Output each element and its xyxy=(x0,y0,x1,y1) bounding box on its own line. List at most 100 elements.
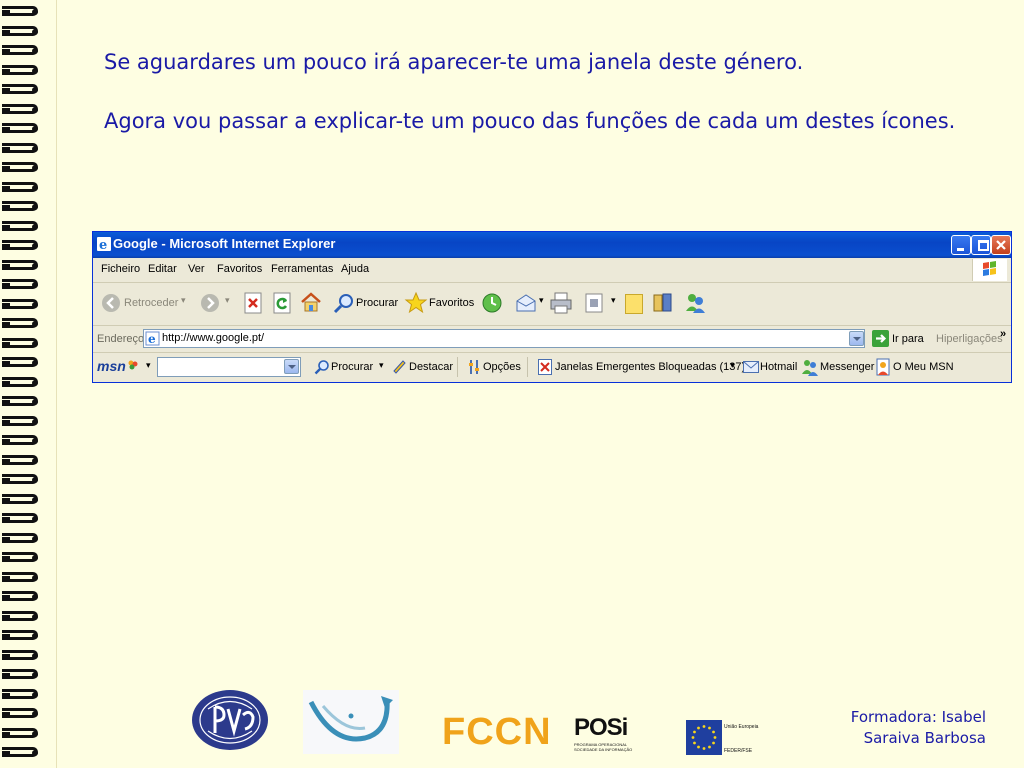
binding-ring xyxy=(2,142,40,153)
restore-icon xyxy=(978,240,989,251)
minimize-icon xyxy=(957,248,964,251)
menu-help[interactable]: Ajuda xyxy=(341,263,369,275)
binding-ring xyxy=(2,6,40,16)
forward-dropdown-icon[interactable]: ▾ xyxy=(225,295,230,306)
mail-dropdown-icon[interactable]: ▾ xyxy=(539,295,544,306)
options-icon[interactable] xyxy=(468,358,482,376)
address-dropdown-icon[interactable] xyxy=(849,331,864,346)
popup-blocker-icon[interactable] xyxy=(538,359,552,375)
binding-ring xyxy=(2,630,40,640)
search-icon[interactable] xyxy=(333,292,355,314)
history-icon[interactable] xyxy=(481,292,503,314)
eu-label: União Europeia xyxy=(724,724,759,730)
msn-search-dropdown-icon[interactable] xyxy=(284,359,299,374)
binding-ring xyxy=(2,435,40,445)
minimize-button[interactable] xyxy=(951,235,971,255)
binding-ring xyxy=(2,318,40,328)
links-chevron[interactable]: » xyxy=(1000,328,1006,340)
msn-butterfly-icon xyxy=(128,355,138,370)
forward-icon[interactable] xyxy=(200,293,220,313)
binding-ring xyxy=(2,123,40,133)
stop-icon[interactable] xyxy=(244,292,262,314)
ie-window: e Google - Microsoft Internet Explorer F… xyxy=(92,231,1012,383)
close-button[interactable] xyxy=(991,235,1011,255)
msn-dropdown-icon[interactable]: ▾ xyxy=(146,360,151,371)
edit-dropdown-icon[interactable]: ▾ xyxy=(611,295,616,306)
title-bar[interactable]: e Google - Microsoft Internet Explorer xyxy=(93,232,1011,258)
highlight-button[interactable]: Destacar xyxy=(409,361,453,373)
ie-icon: e xyxy=(97,237,111,251)
slide-text-line-1: Se aguardares um pouco irá aparecer-te u… xyxy=(104,50,804,74)
msn-toolbar: msn ▾ Procurar ▾ Destacar Opções Janelas… xyxy=(93,353,1011,382)
binding-ring xyxy=(2,493,40,504)
print-icon[interactable] xyxy=(549,291,573,315)
eu-fund-label: FEDER/FSE xyxy=(724,748,753,754)
menu-favorites[interactable]: Favoritos xyxy=(217,263,262,275)
messenger-button[interactable]: Messenger xyxy=(820,361,874,373)
links-button[interactable]: Hiperligações xyxy=(936,333,1003,345)
msn-logo[interactable]: msn xyxy=(97,358,126,374)
search-button[interactable]: Procurar xyxy=(356,297,398,309)
svg-text:e: e xyxy=(148,332,156,346)
messenger-buddy-icon[interactable] xyxy=(801,358,819,376)
mail-icon[interactable] xyxy=(515,292,537,314)
go-button[interactable]: Ir para xyxy=(892,333,924,345)
binding-ring xyxy=(2,708,40,718)
binding-ring xyxy=(2,552,40,562)
menu-edit[interactable]: Editar xyxy=(148,263,177,275)
binding-ring xyxy=(2,45,40,55)
posi-logo-text: POSi xyxy=(574,714,628,741)
popup-dropdown-icon[interactable]: ▾ xyxy=(730,360,735,371)
address-url[interactable]: http://www.google.pt/ xyxy=(162,332,264,344)
windows-flag-icon xyxy=(972,259,1007,281)
messenger-icon[interactable] xyxy=(683,291,707,315)
discuss-icon[interactable] xyxy=(625,294,643,314)
swoosh-logo xyxy=(303,690,399,754)
back-button[interactable]: Retroceder xyxy=(124,297,178,309)
binding-ring xyxy=(2,25,40,36)
menu-file[interactable]: Ficheiro xyxy=(101,263,140,275)
menu-tools[interactable]: Ferramentas xyxy=(271,263,333,275)
binding-ring xyxy=(2,279,40,289)
back-icon[interactable] xyxy=(101,293,121,313)
msn-search-input[interactable] xyxy=(157,357,301,377)
institution-emblem-logo xyxy=(190,689,270,751)
research-icon[interactable] xyxy=(651,291,675,315)
back-dropdown-icon[interactable]: ▾ xyxy=(181,295,186,306)
edit-icon[interactable] xyxy=(585,293,603,313)
binding-ring xyxy=(2,259,40,270)
binding-ring xyxy=(2,357,40,367)
hotmail-icon[interactable] xyxy=(743,361,759,373)
options-button[interactable]: Opções xyxy=(483,361,521,373)
msn-search-icon[interactable] xyxy=(314,359,330,375)
refresh-icon[interactable] xyxy=(273,292,291,314)
binding-ring xyxy=(2,591,40,601)
restore-button[interactable] xyxy=(971,235,991,255)
menu-view[interactable]: Ver xyxy=(188,263,205,275)
address-input[interactable]: e http://www.google.pt/ xyxy=(143,329,865,348)
popup-blocker-button[interactable]: Janelas Emergentes Bloqueadas (137) xyxy=(555,361,745,373)
binding-ring xyxy=(2,669,40,679)
binding-ring xyxy=(2,474,40,484)
msn-search-dropdown-arrow[interactable]: ▾ xyxy=(379,360,384,371)
binding-ring xyxy=(2,747,40,757)
hotmail-button[interactable]: Hotmail xyxy=(760,361,797,373)
binding-ring xyxy=(2,415,40,426)
my-msn-button[interactable]: O Meu MSN xyxy=(893,361,954,373)
favorites-star-icon[interactable] xyxy=(404,291,428,315)
window-title: Google - Microsoft Internet Explorer xyxy=(113,236,336,251)
my-msn-icon[interactable] xyxy=(876,358,892,376)
address-bar: Endereço e http://www.google.pt/ Ir para… xyxy=(93,326,1011,353)
binding-ring xyxy=(2,727,40,738)
binding-ring xyxy=(2,454,40,465)
highlight-pen-icon[interactable] xyxy=(391,358,407,374)
home-icon[interactable] xyxy=(300,291,322,313)
favorites-button[interactable]: Favoritos xyxy=(429,297,474,309)
go-arrow-icon[interactable] xyxy=(872,330,889,347)
binding-ring xyxy=(2,162,40,172)
eu-flag-icon xyxy=(686,720,722,755)
binding-ring xyxy=(2,610,40,621)
msn-search-button[interactable]: Procurar xyxy=(331,361,373,373)
binding-ring xyxy=(2,396,40,406)
close-icon xyxy=(996,240,1006,250)
